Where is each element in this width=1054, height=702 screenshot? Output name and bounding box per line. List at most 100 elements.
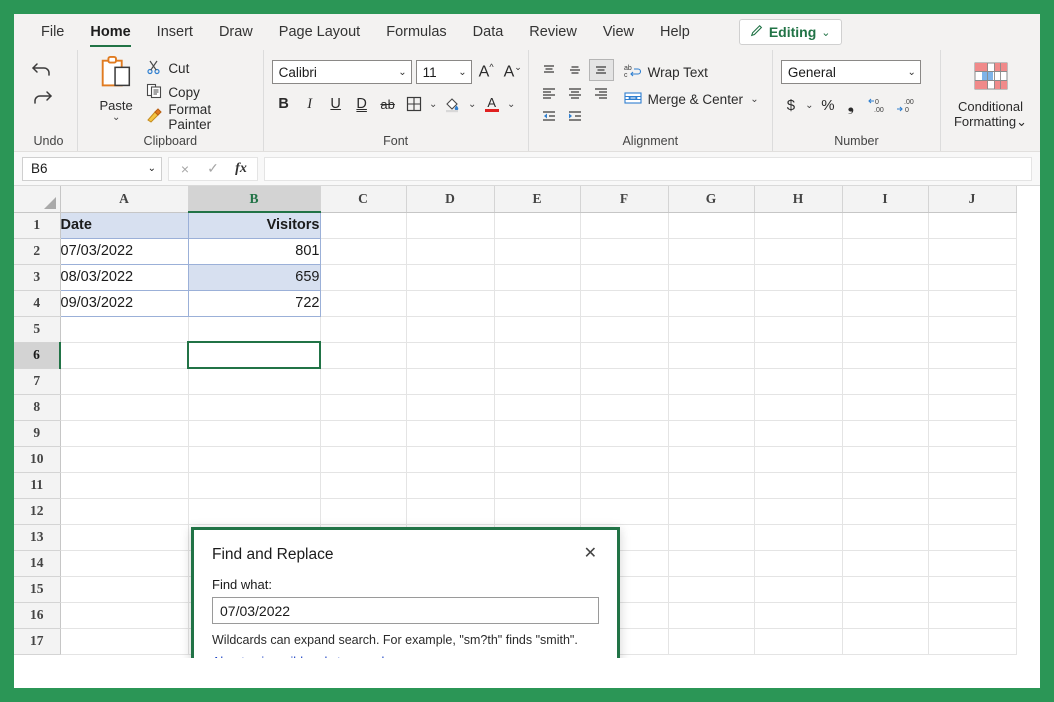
- cell-A2[interactable]: 07/03/2022: [60, 238, 188, 264]
- cell-H16[interactable]: [754, 602, 842, 628]
- cell-F1[interactable]: [580, 212, 668, 238]
- cell-I2[interactable]: [842, 238, 928, 264]
- row-header-5[interactable]: 5: [14, 316, 60, 342]
- cell-G6[interactable]: [668, 342, 754, 368]
- cell-E12[interactable]: [494, 498, 580, 524]
- cell-B11[interactable]: [188, 472, 320, 498]
- cell-F4[interactable]: [580, 290, 668, 316]
- cancel-entry-icon[interactable]: ×: [172, 161, 198, 177]
- cell-I4[interactable]: [842, 290, 928, 316]
- cell-B1[interactable]: Visitors: [188, 212, 320, 238]
- row-header-4[interactable]: 4: [14, 290, 60, 316]
- chevron-down-icon[interactable]: ⌄: [749, 94, 760, 105]
- cell-D3[interactable]: [406, 264, 494, 290]
- cell-B5[interactable]: [188, 316, 320, 342]
- cell-A9[interactable]: [60, 420, 188, 446]
- cell-G16[interactable]: [668, 602, 754, 628]
- column-header-c[interactable]: C: [320, 186, 406, 212]
- cell-C2[interactable]: [320, 238, 406, 264]
- cell-B6[interactable]: [188, 342, 320, 368]
- cell-J14[interactable]: [928, 550, 1016, 576]
- column-header-d[interactable]: D: [406, 186, 494, 212]
- cell-H3[interactable]: [754, 264, 842, 290]
- cell-I16[interactable]: [842, 602, 928, 628]
- cell-G5[interactable]: [668, 316, 754, 342]
- cell-I10[interactable]: [842, 446, 928, 472]
- cell-I12[interactable]: [842, 498, 928, 524]
- increase-font-size-button[interactable]: A^: [476, 62, 497, 81]
- font-color-icon[interactable]: A: [480, 92, 504, 116]
- cell-G17[interactable]: [668, 628, 754, 654]
- cell-E7[interactable]: [494, 368, 580, 394]
- align-text-right-button[interactable]: [589, 82, 614, 104]
- row-header-9[interactable]: 9: [14, 420, 60, 446]
- row-header-6[interactable]: 6: [14, 342, 60, 368]
- decrease-font-size-button[interactable]: A⌄: [501, 62, 525, 81]
- confirm-entry-icon[interactable]: ✓: [200, 160, 226, 177]
- cell-E11[interactable]: [494, 472, 580, 498]
- currency-chevron-down-icon[interactable]: ⌄: [804, 100, 815, 111]
- cell-I3[interactable]: [842, 264, 928, 290]
- column-header-e[interactable]: E: [494, 186, 580, 212]
- cell-F6[interactable]: [580, 342, 668, 368]
- double-underline-button[interactable]: D: [350, 92, 374, 116]
- cell-A8[interactable]: [60, 394, 188, 420]
- cell-D5[interactable]: [406, 316, 494, 342]
- cell-B7[interactable]: [188, 368, 320, 394]
- cell-I9[interactable]: [842, 420, 928, 446]
- cell-F5[interactable]: [580, 316, 668, 342]
- cell-G14[interactable]: [668, 550, 754, 576]
- percent-format-button[interactable]: %: [818, 93, 838, 117]
- italic-button[interactable]: I: [298, 92, 322, 116]
- increase-indent-button[interactable]: [563, 105, 588, 127]
- row-header-14[interactable]: 14: [14, 550, 60, 576]
- align-bottom-button[interactable]: [589, 59, 614, 81]
- cell-D10[interactable]: [406, 446, 494, 472]
- tab-home[interactable]: Home: [77, 14, 143, 50]
- decrease-indent-button[interactable]: [537, 105, 562, 127]
- find-what-input[interactable]: [212, 597, 599, 624]
- cell-I13[interactable]: [842, 524, 928, 550]
- cell-F3[interactable]: [580, 264, 668, 290]
- cell-G3[interactable]: [668, 264, 754, 290]
- strikethrough-button[interactable]: ab: [376, 92, 400, 116]
- cell-E4[interactable]: [494, 290, 580, 316]
- cell-H6[interactable]: [754, 342, 842, 368]
- font-name-select[interactable]: Calibri ⌄: [272, 60, 412, 84]
- cell-E3[interactable]: [494, 264, 580, 290]
- cell-A4[interactable]: 09/03/2022: [60, 290, 188, 316]
- currency-format-button[interactable]: $: [781, 93, 801, 117]
- cell-C7[interactable]: [320, 368, 406, 394]
- cell-A7[interactable]: [60, 368, 188, 394]
- row-header-8[interactable]: 8: [14, 394, 60, 420]
- cell-G4[interactable]: [668, 290, 754, 316]
- column-header-i[interactable]: I: [842, 186, 928, 212]
- cell-H9[interactable]: [754, 420, 842, 446]
- cell-B12[interactable]: [188, 498, 320, 524]
- tab-view[interactable]: View: [590, 14, 647, 50]
- row-header-17[interactable]: 17: [14, 628, 60, 654]
- redo-arrow-icon[interactable]: [28, 84, 56, 110]
- cell-J10[interactable]: [928, 446, 1016, 472]
- cell-I11[interactable]: [842, 472, 928, 498]
- tab-draw[interactable]: Draw: [206, 14, 266, 50]
- tab-help[interactable]: Help: [647, 14, 703, 50]
- cell-J13[interactable]: [928, 524, 1016, 550]
- cell-A11[interactable]: [60, 472, 188, 498]
- cell-A10[interactable]: [60, 446, 188, 472]
- cell-A17[interactable]: [60, 628, 188, 654]
- undo-arrow-icon[interactable]: [28, 56, 56, 82]
- cell-G12[interactable]: [668, 498, 754, 524]
- increase-decimal-button[interactable]: .000: [893, 93, 919, 117]
- cell-I7[interactable]: [842, 368, 928, 394]
- cell-H5[interactable]: [754, 316, 842, 342]
- cell-H15[interactable]: [754, 576, 842, 602]
- cell-J3[interactable]: [928, 264, 1016, 290]
- format-painter-button[interactable]: Format Painter: [146, 106, 254, 127]
- cell-E5[interactable]: [494, 316, 580, 342]
- conditional-formatting-button[interactable]: Conditional Formatting⌄: [949, 54, 1032, 129]
- cell-C8[interactable]: [320, 394, 406, 420]
- cell-J4[interactable]: [928, 290, 1016, 316]
- cell-A12[interactable]: [60, 498, 188, 524]
- tab-page-layout[interactable]: Page Layout: [266, 14, 373, 50]
